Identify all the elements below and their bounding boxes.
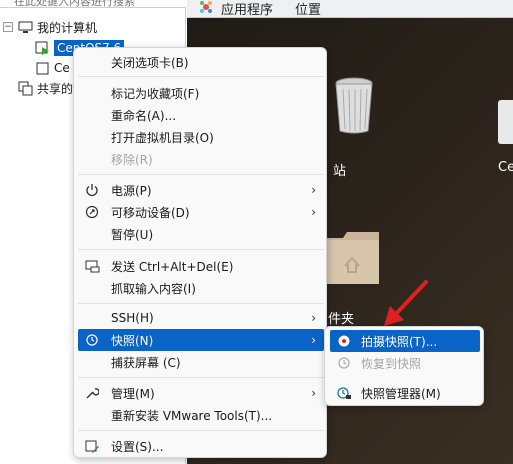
snapshot-icon [84,332,100,348]
tree-label-vm-2: Ce [54,61,70,75]
menu-grab-input[interactable]: 抓取输入内容(I) [78,277,324,299]
menu-removable-devices-label: 可移动设备(D) [111,205,190,220]
menu-power-label: 电源(P) [111,183,152,198]
menu-separator [78,174,324,175]
menu-ssh-label: SSH(H) [111,311,154,325]
applications-icon [199,0,213,17]
menu-rename-label: 重命名(A)... [111,108,177,123]
menu-capture-screen-label: 捕获屏幕 (C) [111,355,181,370]
menu-snapshot-label: 快照(N) [111,333,154,348]
revert-snapshot-icon [336,355,352,371]
computer-icon [17,20,33,34]
menu-separator [78,249,324,250]
menu-remove-label: 移除(R) [111,152,153,167]
folder-label: 件夹 [328,312,355,327]
snapshot-submenu: 拍摄快照(T)... 恢复到快照 快照管理器(M) [324,326,484,406]
vm-running-icon [34,41,50,55]
menu-send-ctrl-alt-del[interactable]: 发送 Ctrl+Alt+Del(E) [78,255,324,277]
tree-node-shared[interactable]: 共享的 [17,78,73,98]
gnome-top-bar: 应用程序 位置 [187,0,513,18]
menu-manage[interactable]: 管理(M) › [78,382,324,404]
menu-mark-favorite[interactable]: 标记为收藏项(F) [78,82,324,104]
trash-icon[interactable] [329,75,379,135]
menu-capture-screen[interactable]: 捕获屏幕 (C) [78,351,324,373]
settings-icon [84,438,100,454]
menu-open-vm-directory-label: 打开虚拟机目录(O) [111,130,214,145]
tree-label-shared: 共享的 [37,81,74,96]
submenu-take-snapshot-label: 拍摄快照(T)... [361,334,438,349]
menu-separator [78,76,324,77]
menu-separator [78,377,324,378]
disc-icon[interactable] [498,100,513,144]
menu-send-ctrl-alt-del-label: 发送 Ctrl+Alt+Del(E) [111,259,234,274]
menu-ssh[interactable]: SSH(H) › [78,307,324,329]
menu-manage-label: 管理(M) [111,386,155,401]
submenu-arrow-icon: › [311,386,316,400]
trash-label: 站 [333,164,347,179]
collapse-icon[interactable]: − [3,22,13,32]
submenu-arrow-icon: › [311,333,316,347]
menu-rename[interactable]: 重命名(A)... [78,104,324,126]
menu-reinstall-vmware-tools-label: 重新安装 VMware Tools(T)... [111,408,273,423]
tree-label-my-computer: 我的计算机 [37,20,98,35]
submenu-take-snapshot[interactable]: 拍摄快照(T)... [330,330,480,352]
submenu-arrow-icon: › [311,183,316,197]
tree-node-vm-2[interactable]: Ce [34,58,70,78]
search-placeholder: 在此处键入内容进行搜索 [14,0,135,8]
keyboard-icon [84,258,100,274]
menu-close-tab-label: 关闭选项卡(B) [111,55,189,70]
submenu-revert-snapshot: 恢复到快照 [330,352,480,374]
submenu-snapshot-manager-label: 快照管理器(M) [361,386,441,401]
menu-reinstall-vmware-tools[interactable]: 重新安装 VMware Tools(T)... [78,404,324,426]
removable-device-icon [84,204,100,220]
menu-applications[interactable]: 应用程序 [221,0,273,18]
menu-places[interactable]: 位置 [295,0,321,18]
annotation-arrow-icon [384,280,428,326]
library-search[interactable]: 在此处键入内容进行搜索 [0,0,186,8]
submenu-revert-snapshot-label: 恢复到快照 [361,356,422,371]
shared-vms-icon [17,81,33,95]
menu-grab-input-label: 抓取输入内容(I) [111,281,196,296]
vm-context-menu: 关闭选项卡(B) 标记为收藏项(F) 重命名(A)... 打开虚拟机目录(O) … [73,47,327,458]
menu-separator [78,430,324,431]
snapshot-manager-icon [336,385,352,401]
home-folder-icon[interactable] [323,230,381,286]
menu-settings[interactable]: 设置(S)... [78,435,324,457]
menu-close-tab[interactable]: 关闭选项卡(B) [78,51,324,73]
submenu-arrow-icon: › [311,311,316,325]
take-snapshot-icon [336,333,352,349]
menu-pause-label: 暂停(U) [111,227,154,242]
tree-node-my-computer[interactable]: − 我的计算机 [3,17,97,37]
menu-power[interactable]: 电源(P) › [78,179,324,201]
menu-settings-label: 设置(S)... [111,439,164,454]
disc-label: Ce [498,160,513,175]
menu-separator [78,303,324,304]
wrench-icon [84,385,100,401]
power-icon [84,182,100,198]
menu-snapshot[interactable]: 快照(N) › [78,329,324,351]
menu-mark-favorite-label: 标记为收藏项(F) [111,86,200,101]
menu-remove: 移除(R) [78,148,324,170]
vm-icon [34,61,50,75]
menu-removable-devices[interactable]: 可移动设备(D) › [78,201,324,223]
submenu-arrow-icon: › [311,205,316,219]
menu-pause[interactable]: 暂停(U) [78,223,324,245]
menu-open-vm-directory[interactable]: 打开虚拟机目录(O) [78,126,324,148]
submenu-snapshot-manager[interactable]: 快照管理器(M) [330,382,480,404]
